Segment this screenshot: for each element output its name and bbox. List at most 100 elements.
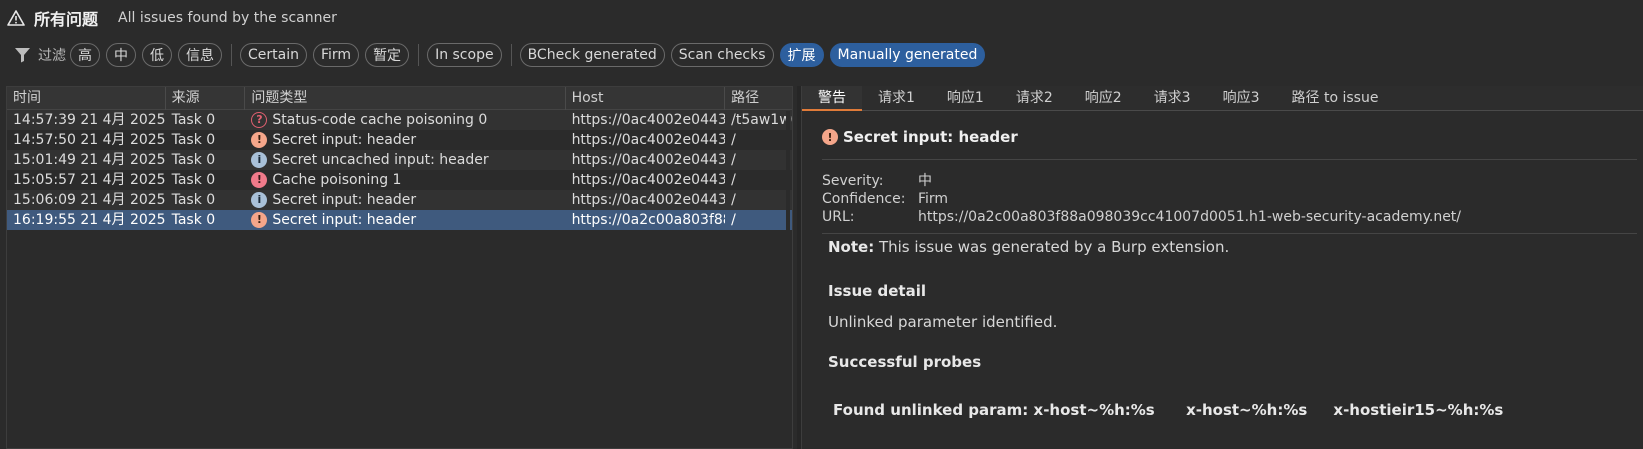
- table-scrollbar[interactable]: [786, 111, 790, 441]
- filter-severity-medium[interactable]: 中: [106, 43, 136, 67]
- cell-source: Task 0: [171, 172, 216, 188]
- meta-key: Severity:: [822, 173, 884, 189]
- tab-request-3[interactable]: 请求3: [1138, 86, 1207, 111]
- cell-issue-type: ! Cache poisoning 1: [245, 170, 565, 190]
- cell-path: /: [731, 132, 736, 148]
- medium-severity-icon: !: [251, 212, 268, 228]
- cell-time: 15:05:57 21 4月 2025: [13, 172, 166, 188]
- meta-value: 中: [918, 173, 932, 189]
- info-icon: i: [251, 192, 268, 208]
- filter-bcheck-generated[interactable]: BCheck generated: [519, 43, 665, 67]
- issue-type-label: Status-code cache poisoning 0: [272, 112, 488, 128]
- issue-detail-heading: Issue detail: [828, 282, 926, 300]
- filter-in-scope[interactable]: In scope: [427, 43, 502, 67]
- issue-type-label: Secret uncached input: header: [272, 152, 489, 168]
- filter-funnel-icon[interactable]: [14, 46, 32, 64]
- cell-path: /t5aw1w0: [731, 112, 792, 128]
- note-text: This issue was generated by a Burp exten…: [874, 238, 1230, 256]
- issue-title-text: Secret input: header: [843, 128, 1018, 146]
- table-row[interactable]: 15:01:49 21 4月 2025 Task 0 i Secret uncac…: [7, 150, 792, 170]
- column-header-source[interactable]: 来源: [166, 87, 246, 110]
- issue-type-label: Secret input: header: [272, 212, 417, 228]
- issue-title: ! Secret input: header: [822, 128, 1018, 146]
- meta-value: Firm: [918, 191, 949, 207]
- tab-advisory[interactable]: 警告: [802, 86, 862, 111]
- tab-response-2[interactable]: 响应2: [1069, 86, 1138, 111]
- medium-severity-icon: !: [251, 132, 268, 148]
- medium-severity-icon: !: [822, 129, 838, 145]
- cell-issue-type: ? Status-code cache poisoning 0: [245, 110, 565, 130]
- cell-time: 15:01:49 21 4月 2025: [13, 152, 166, 168]
- info-icon: i: [251, 152, 268, 168]
- cell-host: https://0ac4002e04432...: [571, 192, 726, 208]
- table-header: 时间 来源 问题类型 Host 路径: [7, 87, 792, 110]
- meta-value[interactable]: https://0a2c00a803f88a098039cc41007d0051…: [918, 208, 1461, 226]
- cell-path: /: [731, 212, 736, 228]
- issues-table: 时间 来源 问题类型 Host 路径 14:57:39 21 4月 2025 T…: [6, 86, 793, 449]
- meta-severity: Severity: 中: [822, 172, 1461, 190]
- cell-source: Task 0: [171, 192, 216, 208]
- page-header: 所有问题 All issues found by the scanner: [0, 0, 1643, 36]
- filter-severity-high[interactable]: 高: [70, 43, 100, 67]
- cell-time: 14:57:39 21 4月 2025: [13, 112, 166, 128]
- filter-confidence-firm[interactable]: Firm: [312, 43, 360, 67]
- filter-confidence-certain[interactable]: Certain: [240, 43, 307, 67]
- filter-severity-low[interactable]: 低: [142, 43, 172, 67]
- filter-scan-checks[interactable]: Scan checks: [670, 43, 774, 67]
- meta-divider: [822, 233, 1643, 234]
- filter-label[interactable]: 过滤: [38, 45, 66, 65]
- tab-request-2[interactable]: 请求2: [1000, 86, 1069, 111]
- cell-host: https://0ac4002e04432...: [571, 152, 726, 168]
- cell-source: Task 0: [171, 112, 216, 128]
- table-row[interactable]: 14:57:50 21 4月 2025 Task 0 ! Secret input…: [7, 130, 792, 150]
- filter-manually-generated[interactable]: Manually generated: [829, 43, 986, 67]
- tab-response-1[interactable]: 响应1: [931, 86, 1000, 111]
- cell-issue-type: i Secret uncached input: header: [245, 150, 565, 170]
- filter-confidence-tentative[interactable]: 暂定: [365, 43, 410, 67]
- issue-detail-panel: 警告 请求1 响应1 请求2 响应2 请求3 响应3 路径 to issue !…: [801, 86, 1643, 449]
- meta-url: URL: https://0a2c00a803f88a098039cc41007…: [822, 208, 1461, 226]
- tab-path-to-issue[interactable]: 路径 to issue: [1276, 86, 1395, 111]
- cell-issue-type: ! Secret input: header: [245, 130, 565, 150]
- warning-triangle-icon: [6, 8, 26, 28]
- cell-source: Task 0: [171, 132, 216, 148]
- tab-response-3[interactable]: 响应3: [1207, 86, 1276, 111]
- probes-text: Found unlinked param: x-host~%h:%s x-hos…: [833, 401, 1504, 419]
- table-row[interactable]: 15:06:09 21 4月 2025 Task 0 i Secret input…: [7, 190, 792, 210]
- detail-scrollbar[interactable]: [1637, 112, 1643, 449]
- table-row[interactable]: 14:57:39 21 4月 2025 Task 0 ? Status-code …: [7, 110, 792, 130]
- filter-bar: 过滤 高 中 低 信息 Certain Firm 暂定 In scope BCh…: [0, 40, 1643, 70]
- column-header-path[interactable]: 路径: [725, 87, 792, 110]
- issue-detail-text: Unlinked parameter identified.: [828, 313, 1058, 331]
- issue-type-label: Cache poisoning 1: [272, 172, 402, 188]
- probes-heading: Successful probes: [828, 353, 982, 371]
- column-header-issue-type[interactable]: 问题类型: [245, 87, 566, 110]
- note-label: Note:: [828, 238, 875, 256]
- filter-extensions[interactable]: 扩展: [779, 43, 824, 67]
- cell-host: https://0ac4002e04432...: [571, 172, 726, 188]
- cell-source: Task 0: [171, 212, 216, 228]
- table-row-selected[interactable]: 16:19:55 21 4月 2025 Task 0 ! Secret input…: [7, 210, 792, 230]
- cell-host: https://0ac4002e04432...: [571, 132, 726, 148]
- meta-confidence: Confidence: Firm: [822, 190, 1461, 208]
- issue-type-label: Secret input: header: [272, 132, 417, 148]
- cell-issue-type: i Secret input: header: [245, 190, 565, 210]
- detail-tabs: 警告 请求1 响应1 请求2 响应2 请求3 响应3 路径 to issue: [802, 86, 1643, 111]
- filter-severity-info[interactable]: 信息: [178, 43, 222, 67]
- tab-request-1[interactable]: 请求1: [862, 86, 931, 111]
- note-line: Note: This issue was generated by a Burp…: [828, 238, 1229, 256]
- table-row[interactable]: 15:05:57 21 4月 2025 Task 0 ! Cache poison…: [7, 170, 792, 190]
- page-subtitle: All issues found by the scanner: [118, 10, 337, 26]
- cell-path: /: [731, 192, 736, 208]
- filter-separator: [418, 44, 420, 66]
- filter-separator: [231, 44, 232, 66]
- question-icon: ?: [251, 112, 268, 128]
- column-header-host[interactable]: Host: [566, 87, 726, 110]
- cell-issue-type: ! Secret input: header: [245, 210, 565, 230]
- cell-time: 14:57:50 21 4月 2025: [13, 132, 166, 148]
- column-header-time[interactable]: 时间: [7, 87, 166, 110]
- cell-source: Task 0: [171, 152, 216, 168]
- high-severity-icon: !: [251, 172, 268, 188]
- meta-key: URL:: [822, 209, 855, 225]
- cell-path: /: [731, 152, 736, 168]
